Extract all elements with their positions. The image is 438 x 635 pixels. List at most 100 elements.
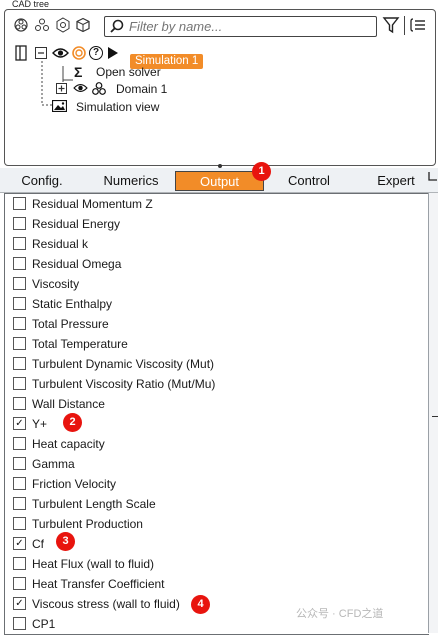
output-item-label: Residual Momentum Z: [32, 197, 153, 211]
annotation-badge-3: 3: [56, 532, 75, 551]
checkbox[interactable]: [13, 277, 26, 291]
output-item-label: Residual k: [32, 237, 89, 251]
output-item[interactable]: Residual Energy: [13, 214, 120, 234]
filter-input[interactable]: [129, 17, 369, 35]
output-item[interactable]: Turbulent Length Scale: [13, 494, 156, 514]
output-item-label: Gamma: [32, 457, 75, 471]
output-item[interactable]: ✓ Viscous stress (wall to fluid): [13, 594, 180, 614]
tab-output[interactable]: Output: [175, 171, 264, 191]
checkbox[interactable]: [13, 337, 26, 351]
checkbox[interactable]: [13, 197, 26, 211]
checkbox[interactable]: [13, 557, 26, 571]
checkbox[interactable]: [13, 577, 26, 591]
checkbox[interactable]: [13, 377, 26, 391]
assembly-icon[interactable]: [13, 17, 29, 33]
output-item-label: Viscous stress (wall to fluid): [32, 597, 180, 611]
checkbox[interactable]: [13, 477, 26, 491]
checkbox[interactable]: [13, 517, 26, 531]
output-item-label: Total Temperature: [32, 337, 128, 351]
checkbox[interactable]: [13, 257, 26, 271]
output-item-label: Residual Energy: [32, 217, 121, 231]
output-item[interactable]: Static Enthalpy: [13, 294, 112, 314]
document-icon: [15, 45, 27, 61]
components-icon[interactable]: [55, 17, 71, 33]
tab-control[interactable]: Control: [280, 171, 338, 191]
output-item[interactable]: Heat Flux (wall to fluid): [13, 554, 154, 574]
output-item[interactable]: Residual Omega: [13, 254, 121, 274]
output-item-label: Static Enthalpy: [32, 297, 113, 311]
target-icon[interactable]: [72, 46, 86, 60]
output-item[interactable]: ✓ Cf: [13, 534, 44, 554]
output-item[interactable]: Residual Momentum Z: [13, 194, 153, 214]
output-item-label: Y+: [32, 417, 48, 431]
play-icon[interactable]: [107, 46, 119, 60]
help-icon[interactable]: ?: [89, 46, 103, 60]
checkbox[interactable]: [13, 317, 26, 331]
expand-icon[interactable]: [56, 83, 67, 94]
cad-tree-title: CAD tree: [12, 0, 50, 9]
output-item-label: Turbulent Viscosity Ratio (Mut/Mu): [32, 377, 216, 391]
cube-icon[interactable]: [75, 17, 91, 33]
checkbox-checked[interactable]: ✓: [13, 597, 26, 611]
search-icon: [110, 19, 124, 33]
output-item[interactable]: Turbulent Dynamic Viscosity (Mut): [13, 354, 214, 374]
output-item[interactable]: ✓ Y+: [13, 414, 47, 434]
tab-numerics[interactable]: Numerics: [96, 171, 166, 191]
output-item-label: Turbulent Length Scale: [32, 497, 156, 511]
output-item-label: Wall Distance: [32, 397, 105, 411]
domain-eye-icon[interactable]: [73, 82, 88, 94]
output-item-label: Viscosity: [32, 277, 80, 291]
output-item[interactable]: Residual k: [13, 234, 88, 254]
filter-icon[interactable]: [382, 16, 400, 34]
image-icon: [52, 100, 67, 112]
sigma-icon: Σ: [74, 64, 83, 80]
tab-bar: Config. Numerics Output Control Expert: [0, 168, 438, 193]
output-item[interactable]: CP1: [13, 614, 55, 634]
output-item[interactable]: Viscosity: [13, 274, 79, 294]
tree-item-domain[interactable]: Domain 1: [116, 81, 167, 97]
tree-item-simulation-view[interactable]: Simulation view: [76, 99, 159, 115]
output-item[interactable]: Total Temperature: [13, 334, 128, 354]
output-item-label: Heat Flux (wall to fluid): [32, 557, 155, 571]
output-item-label: Cf: [32, 537, 44, 551]
checkbox[interactable]: [13, 437, 26, 451]
watermark-text: 公众号 · CFD之道: [296, 608, 384, 620]
checkbox[interactable]: [13, 397, 26, 411]
cad-tree-panel: ? Simulation 1 Σ Open solver Domain 1 Si…: [4, 9, 436, 166]
domain-icon: [92, 82, 106, 95]
output-item[interactable]: Heat capacity: [13, 434, 105, 454]
output-item[interactable]: Heat Transfer Coefficient: [13, 574, 165, 594]
checkbox[interactable]: [13, 457, 26, 471]
undock-icon[interactable]: [428, 171, 438, 181]
output-item[interactable]: Friction Velocity: [13, 474, 116, 494]
output-item-label: Friction Velocity: [32, 477, 117, 491]
tab-config[interactable]: Config.: [14, 171, 70, 191]
annotation-badge-2: 2: [63, 413, 82, 432]
output-item[interactable]: Wall Distance: [13, 394, 105, 414]
output-item[interactable]: Gamma: [13, 454, 75, 474]
checkbox-checked[interactable]: ✓: [13, 417, 26, 431]
output-item-label: Total Pressure: [32, 317, 109, 331]
output-item-label: Heat capacity: [32, 437, 105, 451]
parts-icon[interactable]: [34, 17, 50, 33]
list-settings-icon[interactable]: [409, 16, 427, 34]
eye-icon[interactable]: [52, 46, 69, 60]
checkbox[interactable]: [13, 297, 26, 311]
output-item[interactable]: Turbulent Production: [13, 514, 143, 534]
tree-item-open-solver[interactable]: Open solver: [96, 64, 161, 80]
checkbox[interactable]: [13, 217, 26, 231]
output-item-label: CP1: [32, 617, 56, 631]
collapse-icon[interactable]: [35, 47, 47, 59]
scroll-region[interactable]: [428, 193, 438, 633]
output-item-label: Heat Transfer Coefficient: [32, 577, 165, 591]
checkbox[interactable]: [13, 357, 26, 371]
output-item[interactable]: Turbulent Viscosity Ratio (Mut/Mu): [13, 374, 215, 394]
tab-expert[interactable]: Expert: [370, 171, 422, 191]
filter-field[interactable]: [104, 16, 377, 37]
checkbox[interactable]: [13, 497, 26, 511]
output-item-label: Turbulent Dynamic Viscosity (Mut): [32, 357, 215, 371]
checkbox[interactable]: [13, 617, 26, 631]
checkbox-checked[interactable]: ✓: [13, 537, 26, 551]
checkbox[interactable]: [13, 237, 26, 251]
output-item[interactable]: Total Pressure: [13, 314, 109, 334]
